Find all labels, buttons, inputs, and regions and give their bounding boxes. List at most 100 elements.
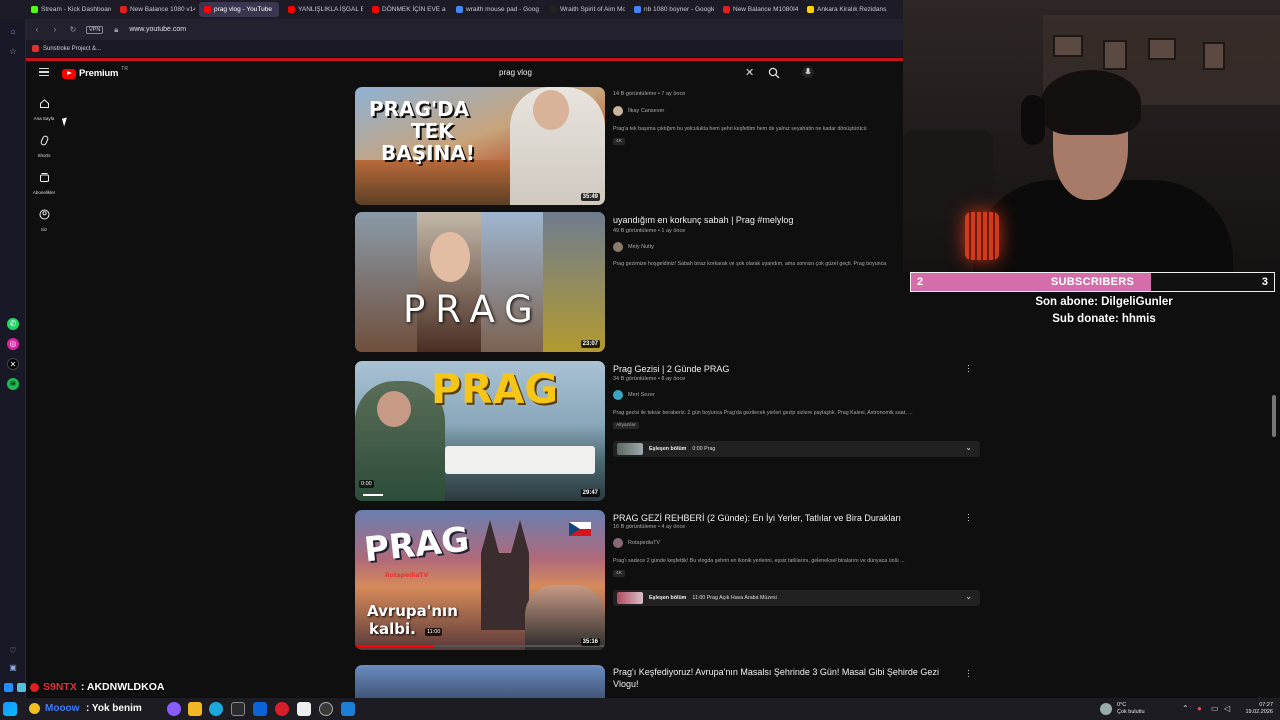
video-result[interactable]: PRAG 23:07 uyandığım en korkunç sabah | … [355,212,985,353]
chat-username: S9NTX [43,681,77,693]
app-icon[interactable] [167,702,181,716]
video-thumbnail[interactable]: PRAG RotapediaTV Avrupa'nın kalbi. 11:00… [355,510,605,650]
bookmarks-icon[interactable]: ☆ [7,46,19,58]
video-result[interactable]: Prag'ı Keşfediyoruz! Avrupa'nın Masalsı … [355,665,985,698]
more-options-icon[interactable]: · · · [967,666,970,681]
preview-progress[interactable] [355,645,605,647]
app-icon[interactable] [341,702,355,716]
page-scrollbar[interactable] [1272,395,1276,437]
chevron-down-icon[interactable]: ⌄ [965,592,972,601]
you-icon [39,209,49,220]
browser-tab[interactable]: nb 1080 boyner - Google [629,2,714,17]
channel-name: Mert Sezer [628,392,655,398]
back-icon[interactable]: ‹ [32,25,42,35]
chapter-thumbnail [617,592,643,604]
guide-subscriptions[interactable]: Abonelikler [29,172,59,195]
channel-link[interactable]: RotapediaTV [613,538,660,548]
menu-icon[interactable] [39,68,49,76]
home-icon [39,99,49,108]
edge-icon[interactable] [209,702,223,716]
channel-avatar [613,242,623,252]
video-title[interactable]: PRAG GEZİ REHBERİ (2 Günde): En İyi Yerl… [613,512,933,524]
opera-icon[interactable] [275,702,289,716]
browser-tab[interactable]: DÖNMEK İÇİN EVE a film [367,2,447,17]
x-twitter-icon[interactable]: ✕ [7,358,19,370]
logo-region: TR [121,65,128,72]
youtube-header: Premium TR prag vlog ✕ [26,61,903,86]
video-meta: 16 B görüntüleme • 4 ay önce [613,524,686,530]
video-result[interactable]: PRAG RotapediaTV Avrupa'nın kalbi. 11:00… [355,510,985,651]
weather-temp: 0°C [1117,702,1127,708]
clear-search-icon[interactable]: ✕ [745,66,754,79]
video-title[interactable]: uyandığım en korkunç sabah | Prag #melyl… [613,214,923,226]
chevron-down-icon[interactable]: ⌄ [965,443,972,452]
microphone-icon[interactable] [802,65,814,79]
matching-chapter[interactable]: Eşleşen bölüm 11:00 Prag Açık Hava Araba… [613,590,980,606]
preview-timestamp: 0:00 [359,480,374,488]
vpn-badge[interactable]: VPN [86,25,104,34]
browser-tab[interactable]: Stream - Kick Dashboard [26,2,111,17]
video-result[interactable]: PRAG'DA TEK BAŞINA! 35:49 14 B görüntüle… [355,87,985,205]
video-thumbnail[interactable]: PRAG 23:07 [355,212,605,352]
browser-tab[interactable]: Wraith Spirit of Aim Mous [545,2,625,17]
bookmark-item[interactable]: Sunstroke Project &... [43,46,101,52]
browser-tab[interactable]: New Balance M1080I4 - [718,2,798,17]
file-explorer-icon[interactable] [188,702,202,716]
forward-icon[interactable]: › [50,25,60,35]
spotify-icon[interactable]: ≋ [7,378,19,390]
shorts-icon [40,135,48,146]
channel-link[interactable]: Mert Sezer [613,390,655,400]
guide-you[interactable]: Siz [29,209,59,232]
network-icon[interactable]: ▭ [1211,704,1219,713]
youtube-logo[interactable]: Premium TR [62,65,128,79]
tray-app-icon[interactable]: ● [1197,704,1202,713]
browser-tab[interactable]: Ankara Kiralık Rezidans F [802,2,887,17]
video-result[interactable]: PRAG 0:00 29:47 Prag Gezisi | 2 Günde PR… [355,361,985,502]
channel-link[interactable]: İlkay Cansever [613,106,664,116]
video-thumbnail[interactable]: PRAG'DA TEK BAŞINA! 35:49 [355,87,605,205]
clock-date[interactable]: 19.02.2026 [1234,709,1273,716]
video-description: Prag'ı sadece 2 günde keşfettik! Bu vlog… [613,558,905,564]
search-input[interactable]: prag vlog [499,68,532,77]
reload-icon[interactable]: ↻ [68,25,78,35]
mail-icon[interactable] [253,702,267,716]
browser-tab[interactable]: YANLIŞLIKLA İŞGAL EDİLE [283,2,363,17]
chevron-up-icon[interactable]: ⌃ [1182,704,1189,713]
volume-icon[interactable]: ◁ [1224,704,1230,713]
whatsapp-icon[interactable]: ✆ [7,318,19,330]
video-title[interactable]: Prag'ı Keşfediyoruz! Avrupa'nın Masalsı … [613,666,943,690]
store-icon[interactable] [231,702,245,716]
document-icon[interactable] [297,702,311,716]
browser-tab[interactable]: prag vlog - YouTube [199,2,279,17]
channel-link[interactable]: Mely Nutty [613,242,654,252]
video-title[interactable]: Prag Gezisi | 2 Günde PRAG [613,363,923,375]
matching-chapter[interactable]: Eşleşen bölüm 0:00 Prag ⌄ [613,441,980,457]
more-options-icon[interactable]: · · · [967,510,970,525]
browser-tab[interactable]: wraith mouse pad - Goog [451,2,541,17]
chapter-thumbnail [617,443,643,455]
video-thumbnail[interactable]: PRAG 0:00 29:47 [355,361,605,501]
settings-icon[interactable]: ▣ [7,662,19,674]
browser-tab[interactable]: New Balance 1080 v14 [115,2,195,17]
preview-timestamp: 11:00 [425,628,443,636]
url-field[interactable]: www.youtube.com [129,26,186,33]
more-options-icon[interactable]: · · · [967,361,970,376]
preview-progress[interactable] [363,494,383,496]
guide-shorts[interactable]: Shorts [29,135,59,158]
thumbnail-text: PRAG [403,288,543,331]
windows-start-icon[interactable] [3,702,17,716]
tab-favicon [634,6,641,13]
search-icon[interactable] [768,67,780,79]
home-icon[interactable]: ⌂ [7,26,19,38]
clock-time[interactable]: 07:27 [1243,702,1273,709]
video-thumbnail[interactable] [355,665,605,698]
chat-message: S9NTX : AKDNWLDKOA [4,681,164,693]
address-bar: ‹ › ↻ VPN 🔒︎ www.youtube.com [26,19,903,40]
weather-icon[interactable] [1100,703,1112,715]
guide-home[interactable]: Ana Sayfa [29,98,59,121]
instagram-icon[interactable]: ◎ [7,338,19,350]
tab-favicon [31,6,38,13]
heart-icon[interactable]: ♡ [7,645,19,657]
obs-icon[interactable] [319,702,333,716]
thumbnail-text: PRAG [362,519,472,571]
